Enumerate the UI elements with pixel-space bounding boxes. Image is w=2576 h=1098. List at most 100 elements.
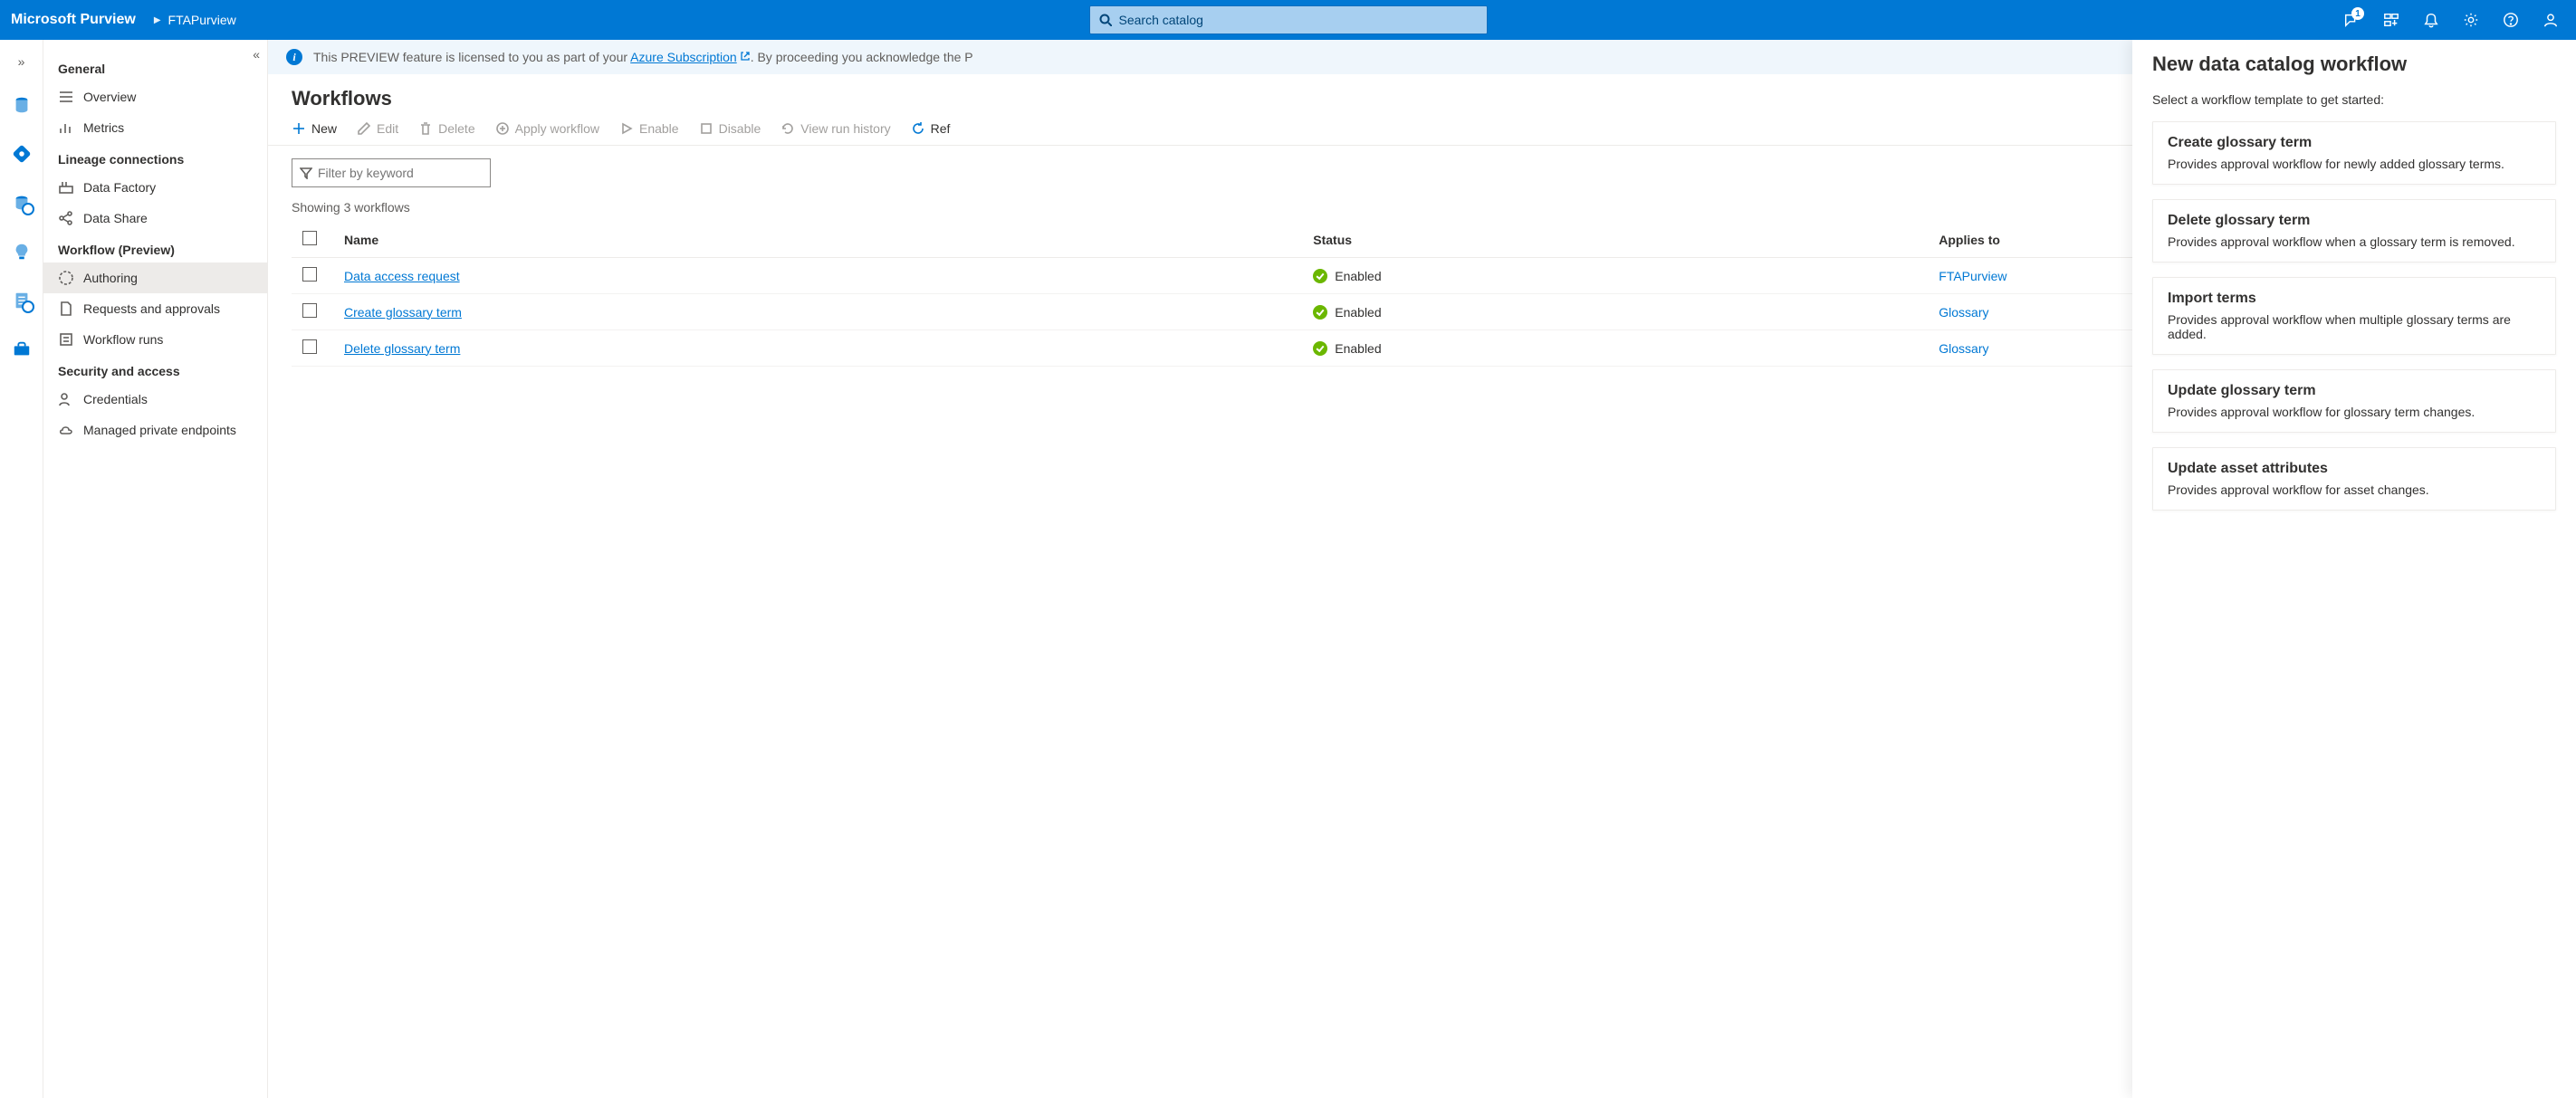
document-icon bbox=[58, 301, 74, 317]
search-input[interactable] bbox=[1119, 13, 1478, 27]
rail-item-policy[interactable] bbox=[7, 286, 36, 315]
applies-to-link[interactable]: Glossary bbox=[1939, 341, 1988, 356]
template-card[interactable]: Delete glossary termProvides approval wo… bbox=[2152, 199, 2556, 263]
nav-label: Credentials bbox=[83, 392, 148, 406]
external-link-icon bbox=[740, 51, 751, 62]
template-desc: Provides approval workflow when multiple… bbox=[2168, 312, 2541, 341]
nav-label: Managed private endpoints bbox=[83, 423, 236, 437]
nav-section-security: Security and access bbox=[43, 355, 267, 384]
template-card[interactable]: Create glossary termProvides approval wo… bbox=[2152, 121, 2556, 185]
status-label: Enabled bbox=[1335, 341, 1381, 356]
applies-to-link[interactable]: FTAPurview bbox=[1939, 269, 2006, 283]
nav-label: Data Share bbox=[83, 211, 148, 225]
cmd-refresh[interactable]: Ref bbox=[911, 121, 951, 136]
nav-rail: » bbox=[0, 40, 43, 1098]
nav-item-metrics[interactable]: Metrics bbox=[43, 112, 267, 143]
row-checkbox[interactable] bbox=[302, 267, 317, 282]
chevron-right-icon: ▶ bbox=[154, 15, 161, 25]
apply-icon bbox=[495, 121, 510, 136]
template-desc: Provides approval workflow for asset cha… bbox=[2168, 482, 2541, 497]
filter-box[interactable] bbox=[292, 158, 491, 187]
template-title: Delete glossary term bbox=[2168, 213, 2541, 229]
nav-item-data-share[interactable]: Data Share bbox=[43, 203, 267, 234]
rail-item-insights[interactable] bbox=[7, 237, 36, 266]
account-name[interactable]: FTAPurview bbox=[168, 13, 236, 27]
banner-text: This PREVIEW feature is licensed to you … bbox=[313, 50, 973, 64]
feedback-icon[interactable]: 1 bbox=[2337, 5, 2366, 34]
share-icon bbox=[58, 210, 74, 226]
cmd-new[interactable]: New bbox=[292, 121, 337, 136]
nav-section-workflow: Workflow (Preview) bbox=[43, 234, 267, 263]
workflow-icon bbox=[58, 270, 74, 286]
top-bar: Microsoft Purview ▶ FTAPurview 1 bbox=[0, 0, 2576, 40]
template-desc: Provides approval workflow for glossary … bbox=[2168, 405, 2541, 419]
history-icon bbox=[780, 121, 795, 136]
feedback-badge: 1 bbox=[2351, 7, 2364, 20]
nav-item-overview[interactable]: Overview bbox=[43, 81, 267, 112]
template-card[interactable]: Update asset attributesProvides approval… bbox=[2152, 447, 2556, 511]
cmd-enable[interactable]: Enable bbox=[619, 121, 679, 136]
workflow-name-link[interactable]: Data access request bbox=[344, 269, 460, 283]
workflow-name-link[interactable]: Create glossary term bbox=[344, 305, 462, 320]
rail-item-data-catalog[interactable] bbox=[7, 91, 36, 119]
col-name[interactable]: Name bbox=[333, 222, 1302, 258]
template-card[interactable]: Update glossary termProvides approval wo… bbox=[2152, 369, 2556, 433]
rail-item-data-estate[interactable] bbox=[7, 188, 36, 217]
nav-label: Overview bbox=[83, 90, 136, 104]
cmd-edit[interactable]: Edit bbox=[357, 121, 398, 136]
info-icon: i bbox=[286, 49, 302, 65]
directory-icon[interactable] bbox=[2377, 5, 2406, 34]
status-ok-icon bbox=[1313, 305, 1327, 320]
help-icon[interactable] bbox=[2496, 5, 2525, 34]
banner-link[interactable]: Azure Subscription bbox=[630, 50, 751, 64]
cmd-apply[interactable]: Apply workflow bbox=[495, 121, 599, 136]
content-area: i This PREVIEW feature is licensed to yo… bbox=[268, 40, 2576, 1098]
nav-item-data-factory[interactable]: Data Factory bbox=[43, 172, 267, 203]
flyout-title: New data catalog workflow bbox=[2152, 53, 2556, 76]
plus-icon bbox=[292, 121, 306, 136]
search-bar[interactable] bbox=[1089, 5, 1488, 34]
nav-section-general: General bbox=[43, 53, 267, 81]
new-workflow-panel: New data catalog workflow Select a workf… bbox=[2132, 40, 2576, 1098]
nav-item-endpoints[interactable]: Managed private endpoints bbox=[43, 415, 267, 445]
filter-input[interactable] bbox=[318, 166, 483, 180]
rail-expand-icon[interactable]: » bbox=[7, 53, 36, 71]
filter-icon bbox=[300, 167, 312, 179]
nav-label: Requests and approvals bbox=[83, 301, 220, 316]
status-ok-icon bbox=[1313, 341, 1327, 356]
nav-item-credentials[interactable]: Credentials bbox=[43, 384, 267, 415]
select-all-checkbox[interactable] bbox=[302, 231, 317, 245]
nav-item-authoring[interactable]: Authoring bbox=[43, 263, 267, 293]
nav-label: Workflow runs bbox=[83, 332, 163, 347]
template-card[interactable]: Import terms Provides approval workflow w… bbox=[2152, 277, 2556, 355]
applies-to-link[interactable]: Glossary bbox=[1939, 305, 1988, 320]
template-title: Create glossary term bbox=[2168, 135, 2541, 151]
status-label: Enabled bbox=[1335, 305, 1381, 320]
nav-section-lineage: Lineage connections bbox=[43, 143, 267, 172]
row-checkbox[interactable] bbox=[302, 339, 317, 354]
row-checkbox[interactable] bbox=[302, 303, 317, 318]
nav-label: Metrics bbox=[83, 120, 124, 135]
flyout-subtitle: Select a workflow template to get starte… bbox=[2152, 92, 2556, 107]
nav-item-requests[interactable]: Requests and approvals bbox=[43, 293, 267, 324]
col-status[interactable]: Status bbox=[1302, 222, 1928, 258]
cmd-delete[interactable]: Delete bbox=[418, 121, 474, 136]
notifications-icon[interactable] bbox=[2417, 5, 2446, 34]
nav-item-workflow-runs[interactable]: Workflow runs bbox=[43, 324, 267, 355]
brand-name[interactable]: Microsoft Purview bbox=[11, 12, 136, 28]
edit-icon bbox=[357, 121, 371, 136]
workflow-name-link[interactable]: Delete glossary term bbox=[344, 341, 460, 356]
settings-icon[interactable] bbox=[2456, 5, 2485, 34]
profile-icon[interactable] bbox=[2536, 5, 2565, 34]
side-nav: « General Overview Metrics Lineage conne… bbox=[43, 40, 268, 1098]
play-icon bbox=[619, 121, 634, 136]
rail-item-data-map[interactable] bbox=[7, 139, 36, 168]
template-title: Import terms bbox=[2168, 291, 2541, 307]
person-icon bbox=[58, 391, 74, 407]
cloud-icon bbox=[58, 422, 74, 438]
cmd-disable[interactable]: Disable bbox=[699, 121, 761, 136]
rail-item-management[interactable] bbox=[7, 335, 36, 364]
sidenav-collapse-icon[interactable]: « bbox=[253, 47, 260, 62]
cmd-history[interactable]: View run history bbox=[780, 121, 890, 136]
search-icon bbox=[1099, 14, 1112, 26]
